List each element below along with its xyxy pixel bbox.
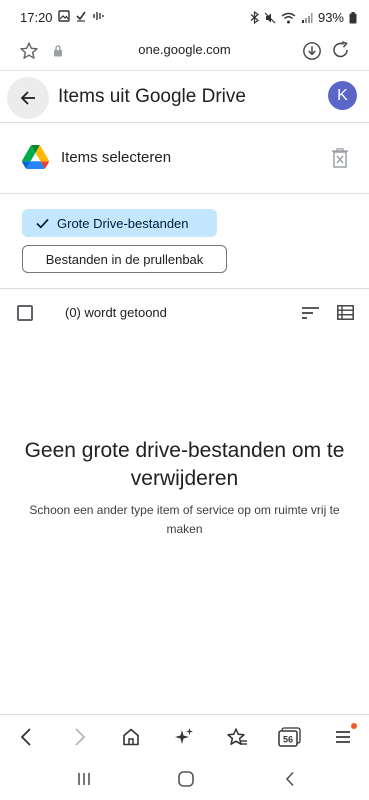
back-button[interactable] — [7, 77, 49, 119]
notification-dot — [351, 723, 357, 729]
battery-percentage: 93% — [317, 10, 344, 25]
sort-icon[interactable] — [302, 306, 319, 320]
voicemail-icon — [93, 12, 104, 20]
browser-toolbar: 56 — [0, 714, 369, 760]
mute-icon — [264, 12, 276, 23]
divider — [0, 193, 369, 194]
signal-icon — [301, 12, 313, 23]
status-bar: 17:20 93% — [0, 0, 369, 34]
wifi-icon — [281, 12, 296, 23]
filter-chip-trash-files[interactable]: Bestanden in de prullenbak — [22, 245, 227, 273]
browser-url-bar: one.google.com — [0, 34, 369, 70]
system-back-icon[interactable] — [278, 769, 302, 789]
tabs-icon[interactable]: 56 — [277, 724, 303, 750]
system-navigation-bar — [0, 760, 369, 800]
check-icon — [76, 11, 86, 22]
recent-apps-icon[interactable] — [72, 769, 96, 789]
page-title: Items uit Google Drive — [58, 86, 246, 107]
list-header: (0) wordt getoond — [0, 289, 369, 337]
avatar[interactable]: K — [328, 81, 357, 110]
google-drive-logo-icon — [22, 145, 49, 169]
sparkle-icon[interactable] — [171, 724, 197, 750]
filter-chip-large-drive-files[interactable]: Grote Drive-bestanden — [22, 209, 217, 237]
empty-state-subtitle: Schoon een ander type item of service op… — [29, 503, 340, 536]
filter-chip-label: Bestanden in de prullenbak — [45, 251, 204, 267]
select-items-label: Items selecteren — [61, 149, 172, 166]
forward-icon[interactable] — [67, 724, 93, 750]
item-count-label: (0) wordt getoond — [65, 305, 167, 320]
download-icon[interactable] — [301, 40, 323, 62]
home-icon[interactable] — [118, 724, 144, 750]
home-button-icon[interactable] — [174, 769, 198, 789]
select-all-checkbox[interactable] — [17, 305, 33, 321]
arrow-left-icon — [20, 91, 35, 105]
reload-icon[interactable] — [330, 39, 352, 61]
back-icon[interactable] — [13, 724, 39, 750]
check-icon — [36, 218, 49, 229]
filter-chip-label: Grote Drive-bestanden — [57, 215, 189, 231]
empty-state-title: Geen grote drive-bestanden om te verwijd… — [24, 439, 345, 490]
delete-icon[interactable] — [331, 148, 349, 168]
bookmark-star-icon[interactable] — [224, 724, 250, 750]
app-header: Items uit Google Drive — [0, 70, 369, 122]
bluetooth-icon — [250, 11, 259, 24]
battery-icon — [349, 11, 357, 23]
list-view-icon[interactable] — [337, 305, 354, 320]
tab-count: 56 — [283, 735, 293, 745]
image-icon — [58, 10, 70, 22]
select-items-row: Items selecteren — [0, 123, 369, 193]
status-time: 17:20 — [20, 10, 53, 25]
